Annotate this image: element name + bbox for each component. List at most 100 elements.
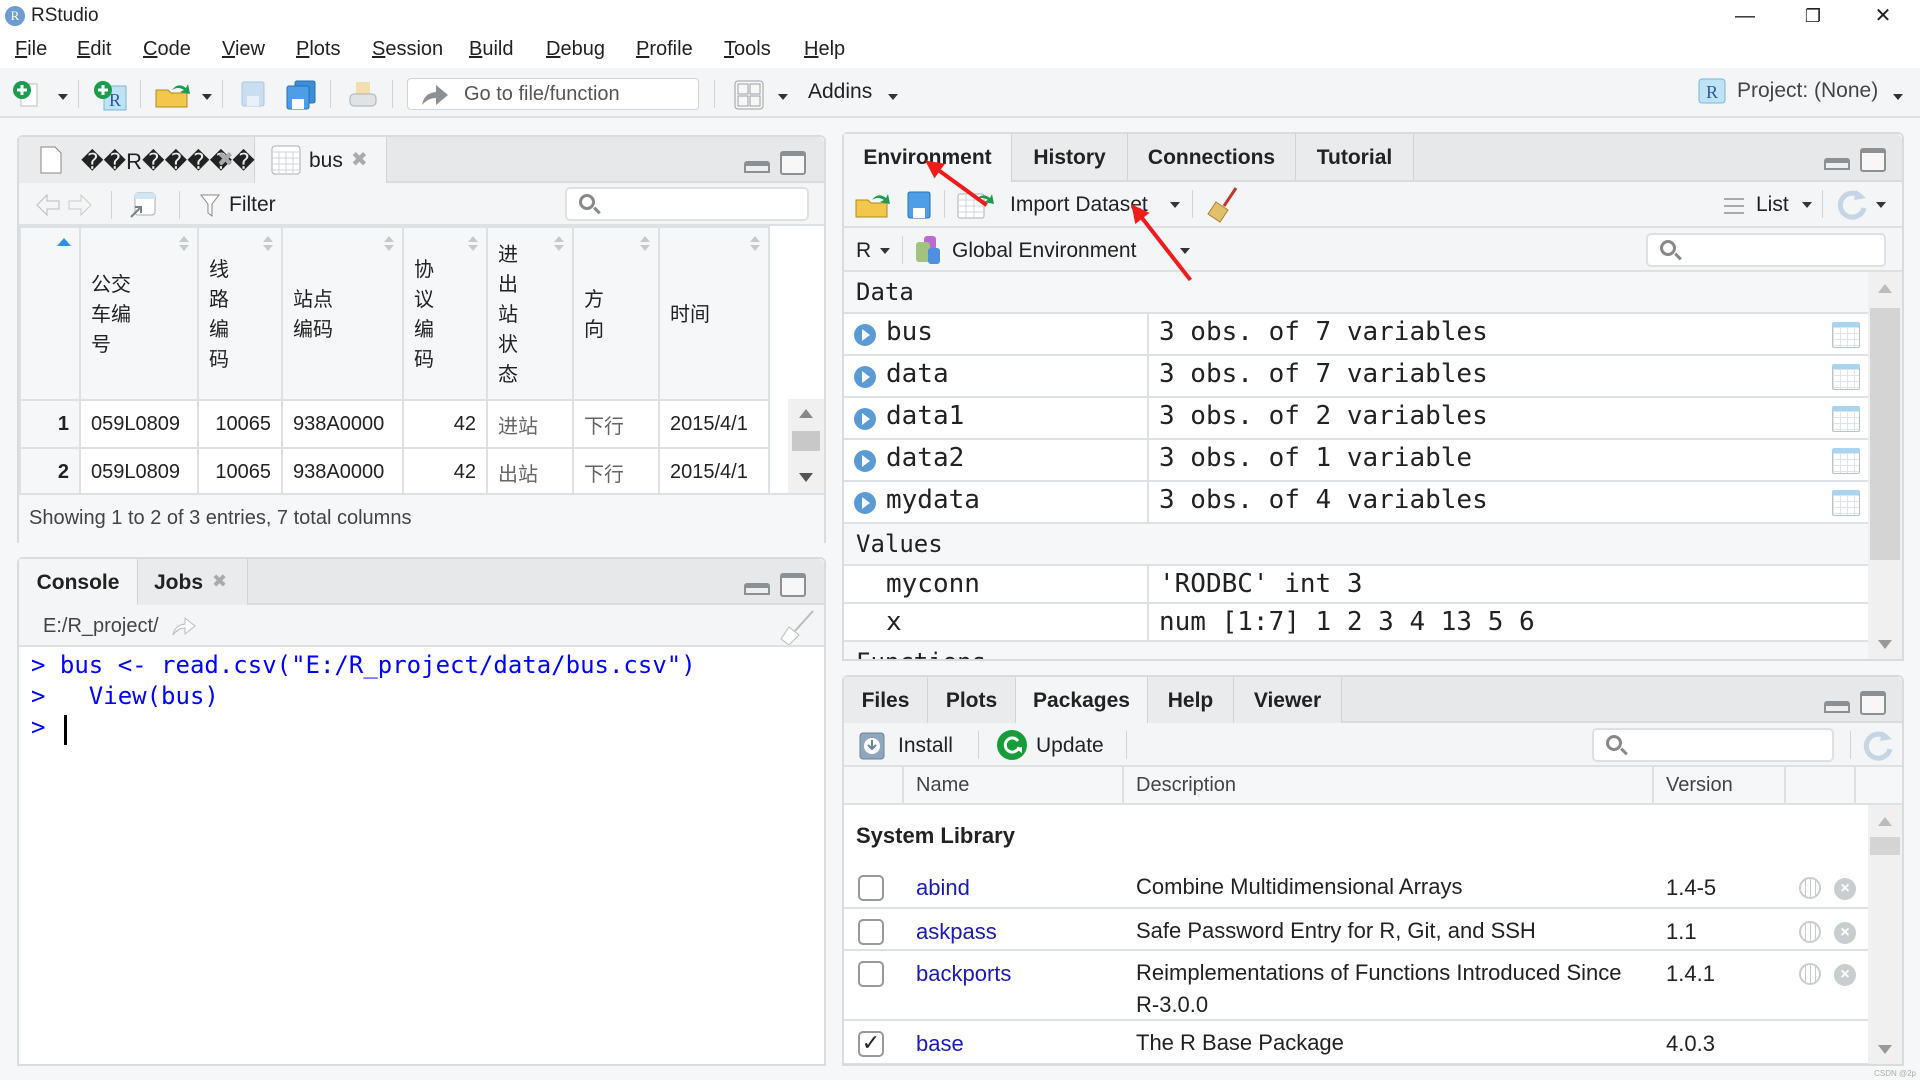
- save-all-button[interactable]: [285, 80, 317, 110]
- tab-connections[interactable]: Connections: [1128, 134, 1296, 180]
- packages-search-input[interactable]: [1592, 728, 1834, 762]
- env-value-row[interactable]: myconn 'RODBC' int 3: [844, 566, 1868, 604]
- project-menu[interactable]: Project: (None): [1737, 79, 1878, 103]
- menu-session[interactable]: Session: [372, 38, 443, 61]
- env-data-row[interactable]: mydata 3 obs. of 4 variables: [844, 482, 1868, 524]
- tab-plots[interactable]: Plots: [928, 677, 1016, 723]
- close-button[interactable]: ✕: [1848, 0, 1918, 32]
- package-website-icon[interactable]: [1799, 963, 1821, 985]
- clear-workspace-broom-icon[interactable]: [1206, 186, 1240, 224]
- column-header[interactable]: 协 议 编 码: [402, 226, 488, 401]
- env-scrollbar[interactable]: [1868, 272, 1902, 659]
- go-to-file-function-input[interactable]: Go to file/function: [407, 78, 699, 110]
- view-data-icon[interactable]: [1832, 364, 1860, 390]
- new-file-dropdown-icon[interactable]: [58, 94, 68, 100]
- working-directory[interactable]: E:/R_project/: [43, 615, 159, 638]
- tab-history[interactable]: History: [1012, 134, 1128, 180]
- package-name-link[interactable]: backports: [916, 961, 1011, 987]
- column-header[interactable]: 公交 车编 号: [79, 226, 199, 401]
- package-load-checkbox[interactable]: [858, 961, 884, 987]
- viewer-search-input[interactable]: [565, 187, 809, 221]
- language-dropdown-icon[interactable]: [880, 248, 890, 254]
- expand-icon[interactable]: [854, 408, 876, 430]
- open-file-button[interactable]: [154, 80, 192, 108]
- close-tab-icon[interactable]: ✖: [212, 571, 227, 592]
- expand-icon[interactable]: [854, 324, 876, 346]
- view-mode-button[interactable]: List: [1756, 193, 1789, 217]
- menu-help[interactable]: Help: [804, 38, 845, 61]
- package-name-link[interactable]: askpass: [916, 919, 997, 945]
- package-name-link[interactable]: abind: [916, 875, 970, 901]
- minimize-pane-button[interactable]: [744, 161, 770, 173]
- refresh-dropdown-icon[interactable]: [1876, 202, 1886, 208]
- tab-help[interactable]: Help: [1148, 677, 1234, 723]
- expand-icon[interactable]: [854, 450, 876, 472]
- view-data-icon[interactable]: [1832, 448, 1860, 474]
- scroll-up-icon[interactable]: [1878, 817, 1892, 826]
- column-header[interactable]: 进 出 站 状 态: [486, 226, 574, 401]
- expand-icon[interactable]: [854, 492, 876, 514]
- scroll-down-icon[interactable]: [1878, 1045, 1892, 1054]
- save-button[interactable]: [240, 80, 266, 107]
- scroll-up-icon[interactable]: [1878, 284, 1892, 293]
- open-file-dropdown-icon[interactable]: [202, 94, 212, 100]
- menu-tools[interactable]: Tools: [724, 38, 771, 61]
- scroll-thumb[interactable]: [792, 431, 820, 451]
- minimize-button[interactable]: —: [1710, 0, 1780, 32]
- menu-debug[interactable]: Debug: [546, 38, 605, 61]
- environment-scope-selector[interactable]: Global Environment: [952, 239, 1136, 263]
- env-data-row[interactable]: bus 3 obs. of 7 variables: [844, 314, 1868, 356]
- column-header[interactable]: 时间: [658, 226, 770, 401]
- column-header-description[interactable]: Description: [1136, 774, 1236, 797]
- tab-bus-viewer[interactable]: bus ✖: [255, 137, 387, 185]
- pane-layout-dropdown-icon[interactable]: [778, 94, 788, 100]
- menu-profile[interactable]: Profile: [636, 38, 693, 61]
- console-output[interactable]: > bus <- read.csv("E:/R_project/data/bus…: [19, 647, 824, 1064]
- table-scrollbar[interactable]: [788, 399, 824, 496]
- tab-console[interactable]: Console: [19, 559, 138, 607]
- package-load-checkbox-checked[interactable]: ✓: [858, 1031, 884, 1057]
- env-value-row[interactable]: x num [1:7] 1 2 3 4 13 5 6: [844, 604, 1868, 642]
- remove-package-icon[interactable]: ×: [1834, 878, 1856, 900]
- column-header-version[interactable]: Version: [1666, 774, 1733, 797]
- column-header-name[interactable]: Name: [916, 774, 969, 797]
- restore-button[interactable]: ❐: [1778, 0, 1848, 32]
- view-data-icon[interactable]: [1832, 406, 1860, 432]
- scroll-thumb[interactable]: [1870, 837, 1900, 855]
- view-mode-dropdown-icon[interactable]: [1802, 202, 1812, 208]
- menu-plots[interactable]: Plots: [296, 38, 340, 61]
- env-data-row[interactable]: data1 3 obs. of 2 variables: [844, 398, 1868, 440]
- packages-scrollbar[interactable]: [1868, 805, 1902, 1064]
- minimize-pane-button[interactable]: [744, 583, 770, 595]
- maximize-pane-button[interactable]: [780, 573, 806, 597]
- scroll-down-icon[interactable]: [799, 473, 813, 482]
- go-to-directory-icon[interactable]: [171, 615, 197, 637]
- remove-package-icon[interactable]: ×: [1834, 922, 1856, 944]
- maximize-pane-button[interactable]: [1860, 691, 1886, 715]
- refresh-icon[interactable]: [1836, 188, 1868, 220]
- view-data-icon[interactable]: [1832, 322, 1860, 348]
- column-header[interactable]: 线 路 编 码: [197, 226, 283, 401]
- column-header[interactable]: 站点 编码: [281, 226, 404, 401]
- project-dropdown-icon[interactable]: [1893, 94, 1903, 100]
- pane-layout-button[interactable]: [734, 80, 764, 110]
- remove-package-icon[interactable]: ×: [1834, 964, 1856, 986]
- new-file-button[interactable]: [12, 80, 38, 107]
- menu-code[interactable]: Code: [143, 38, 191, 61]
- refresh-icon[interactable]: [1862, 729, 1894, 761]
- addins-menu[interactable]: Addins: [808, 80, 872, 104]
- load-workspace-icon[interactable]: [854, 190, 894, 220]
- menu-edit[interactable]: Edit: [77, 38, 111, 61]
- menu-file[interactable]: File: [15, 38, 47, 61]
- minimize-pane-button[interactable]: [1824, 158, 1850, 170]
- row-number-header[interactable]: [19, 226, 81, 401]
- close-tab-icon[interactable]: ✖: [351, 147, 368, 172]
- package-website-icon[interactable]: [1799, 877, 1821, 899]
- env-data-row[interactable]: data2 3 obs. of 1 variable: [844, 440, 1868, 482]
- maximize-pane-button[interactable]: [780, 151, 806, 175]
- package-load-checkbox[interactable]: [858, 875, 884, 901]
- language-selector[interactable]: R: [856, 239, 871, 263]
- back-forward-icon[interactable]: [35, 191, 95, 219]
- addins-dropdown-icon[interactable]: [888, 94, 898, 100]
- tab-viewer[interactable]: Viewer: [1234, 677, 1342, 723]
